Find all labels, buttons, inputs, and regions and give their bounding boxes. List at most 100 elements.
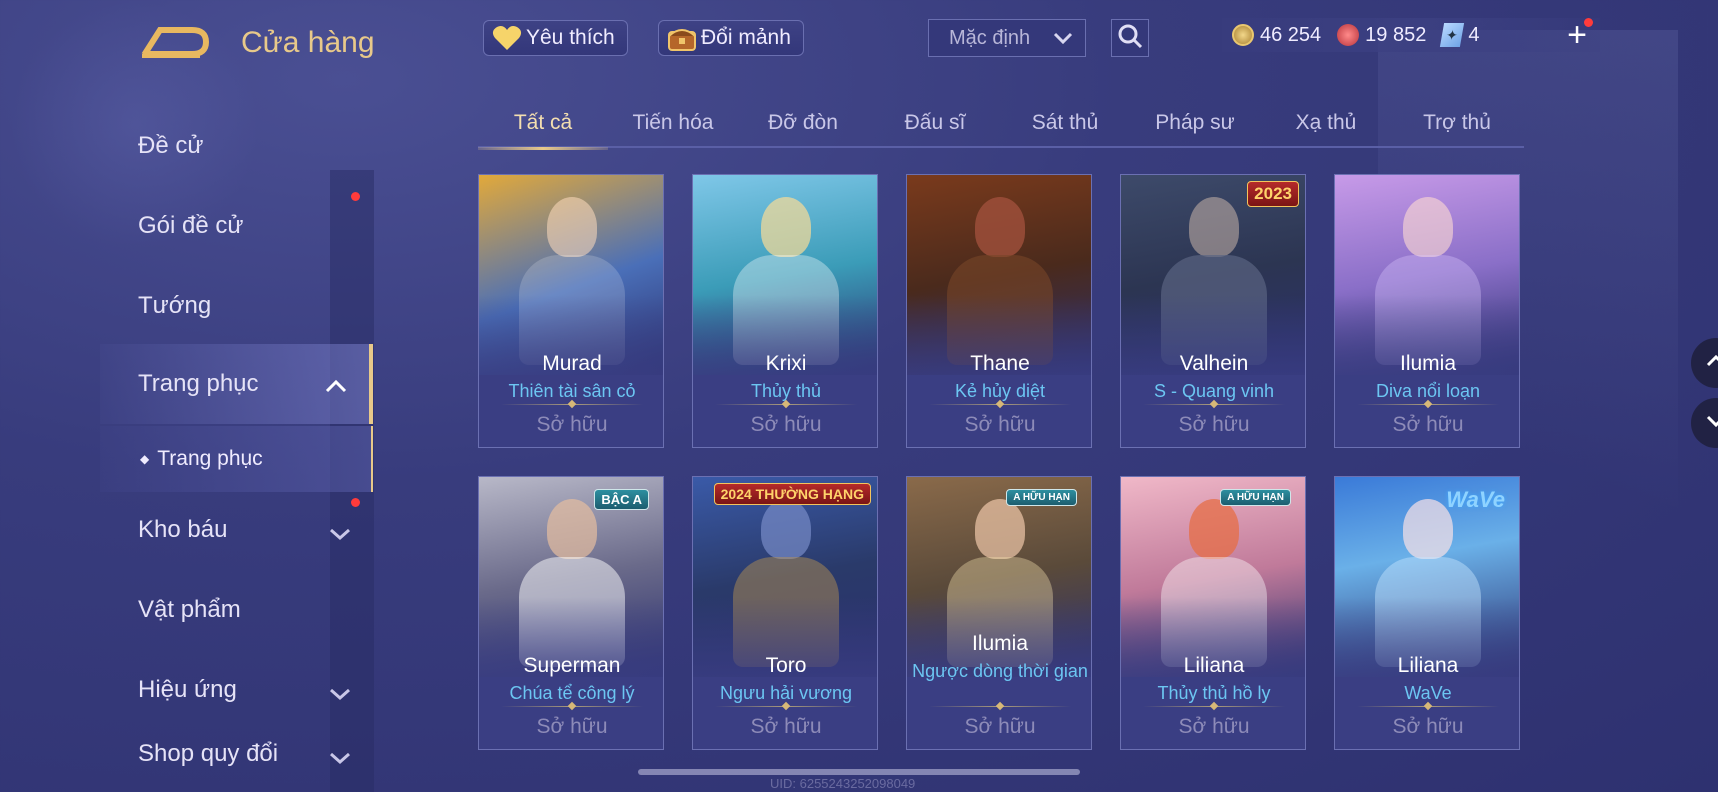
sidebar-subitem-label: Trang phục	[157, 447, 263, 470]
sidebar-item-label: Gói đề cử	[138, 212, 244, 239]
skin-name: Diva nổi loạn	[1375, 381, 1481, 401]
chevron-down-icon	[329, 520, 351, 541]
hero-name: Murad	[542, 352, 602, 375]
hero-name: Liliana	[1183, 654, 1245, 677]
search-icon	[1117, 23, 1143, 54]
sidebar-item-recommended-packs[interactable]: Gói đề cử	[100, 188, 373, 264]
hero-name: Toro	[765, 654, 807, 677]
event-badge: WaVe	[1446, 487, 1505, 512]
skin-name: Chúa tể công lý	[509, 683, 635, 703]
rank-badge: BẬC A	[594, 489, 649, 510]
exchange-label: Đổi mảnh	[701, 26, 791, 49]
voucher-currency: 19 852	[1337, 24, 1426, 47]
owned-status: Sở hữu	[1392, 715, 1464, 738]
skin-name: Thiên tài sân cỏ	[508, 381, 636, 401]
owned-status: Sở hữu	[964, 715, 1036, 738]
gold-amount: 46 254	[1260, 23, 1322, 46]
skin-name: Ngược dòng thời gian	[912, 661, 1088, 681]
sidebar-subitem-skins[interactable]: ◆ Trang phục	[100, 426, 373, 492]
owned-status: Sở hữu	[1392, 413, 1464, 436]
scroll-down-button[interactable]	[1691, 398, 1718, 448]
chevron-down-icon	[329, 680, 351, 701]
rank-badge: A HỮU HẠN	[1220, 489, 1291, 506]
voucher-icon	[1337, 24, 1360, 46]
owned-status: Sở hữu	[536, 413, 608, 436]
diamond-bullet-icon: ◆	[140, 452, 150, 466]
skin-card[interactable]: Thane Kẻ hủy diệt Sở hữu	[906, 174, 1092, 448]
hero-name: Ilumia	[1399, 352, 1457, 375]
owned-status: Sở hữu	[750, 413, 822, 436]
heart-icon	[490, 23, 524, 53]
skin-card[interactable]: WaVe Liliana WaVe Sở hữu	[1334, 476, 1520, 750]
gold-coin-icon	[1232, 24, 1254, 46]
sidebar-item-exchange-shop[interactable]: Shop quy đổi	[100, 716, 373, 792]
rank-badge: A HỮU HẠN	[1006, 489, 1077, 506]
hero-name: Krixi	[765, 352, 807, 375]
token-icon: ✦	[1440, 23, 1465, 47]
token-currency: ✦ 4	[1440, 23, 1480, 47]
sidebar-item-recommended[interactable]: Đề cử	[100, 108, 373, 184]
scroll-up-button[interactable]	[1691, 338, 1718, 388]
chevron-up-icon	[1706, 354, 1718, 372]
sort-selected-value: Mặc định	[949, 26, 1031, 49]
tab-marksman[interactable]: Xạ thủ	[1261, 100, 1391, 148]
sidebar-item-label: Shop quy đổi	[138, 740, 279, 767]
home-indicator[interactable]	[638, 769, 1080, 775]
tab-all[interactable]: Tất cả	[478, 100, 608, 150]
treasure-chest-icon	[665, 23, 699, 53]
sidebar-item-label: Trang phục	[138, 370, 259, 397]
skin-card[interactable]: A HỮU HẠN Ilumia Ngược dòng thời gian Sở…	[906, 476, 1092, 750]
hero-name: Liliana	[1397, 654, 1459, 677]
owned-status: Sở hữu	[536, 715, 608, 738]
skin-card[interactable]: Ilumia Diva nổi loạn Sở hữu	[1334, 174, 1520, 448]
skin-name: Thủy thủ	[750, 381, 822, 401]
skin-card[interactable]: 2023 Valhein S - Quang vinh Sở hữu	[1120, 174, 1306, 448]
sort-dropdown[interactable]: Mặc định	[928, 19, 1086, 57]
token-amount: 4	[1468, 23, 1480, 46]
favorite-label: Yêu thích	[526, 26, 615, 49]
sidebar-item-label: Kho báu	[138, 516, 228, 543]
skin-name: Thủy thủ hồ ly	[1157, 683, 1271, 703]
back-logo-icon[interactable]	[140, 22, 210, 62]
tab-evolution[interactable]: Tiến hóa	[608, 100, 738, 148]
year-badge: 2024 THƯỜNG HẠNG	[713, 483, 871, 505]
tab-tank[interactable]: Đỡ đòn	[738, 100, 868, 148]
sidebar-item-heroes[interactable]: Tướng	[100, 268, 373, 344]
hero-name: Ilumia	[971, 632, 1029, 655]
chevron-down-icon	[1053, 27, 1073, 50]
tab-mage[interactable]: Pháp sư	[1130, 100, 1260, 148]
search-button[interactable]	[1111, 19, 1149, 57]
skin-card[interactable]: Murad Thiên tài sân cỏ Sở hữu	[478, 174, 664, 448]
sidebar-item-treasure[interactable]: Kho báu	[100, 492, 373, 568]
skin-name: Kẻ hủy diệt	[954, 381, 1046, 401]
favorite-button[interactable]: Yêu thích	[483, 20, 628, 56]
chevron-down-icon	[1706, 414, 1718, 432]
skin-name: Ngưu hải vương	[720, 683, 852, 703]
chevron-up-icon	[325, 372, 347, 393]
gold-currency: 46 254	[1232, 24, 1321, 47]
category-tabs: Tất cả Tiến hóa Đỡ đòn Đấu sĩ Sát thủ Ph…	[478, 100, 1524, 150]
tab-fighter[interactable]: Đấu sĩ	[870, 100, 1000, 148]
sidebar-item-items[interactable]: Vật phẩm	[100, 572, 373, 648]
sidebar-item-label: Hiệu ứng	[138, 676, 237, 703]
skin-name: S - Quang vinh	[1153, 381, 1275, 401]
currency-bar: 46 254 19 852 ✦ 4	[1222, 18, 1600, 52]
skin-card[interactable]: A HỮU HẠN Liliana Thủy thủ hồ ly Sở hữu	[1120, 476, 1306, 750]
tab-assassin[interactable]: Sát thủ	[1000, 100, 1130, 148]
owned-status: Sở hữu	[1178, 413, 1250, 436]
tab-support[interactable]: Trợ thủ	[1392, 100, 1522, 148]
exchange-shards-button[interactable]: Đổi mảnh	[658, 20, 804, 56]
sidebar-item-label: Vật phẩm	[138, 596, 241, 623]
skin-card[interactable]: 2024 THƯỜNG HẠNG Toro Ngưu hải vương Sở …	[692, 476, 878, 750]
notification-dot	[351, 498, 360, 507]
sidebar-item-label: Tướng	[138, 292, 212, 319]
hero-name: Valhein	[1179, 352, 1249, 375]
skin-card[interactable]: BẬC A Superman Chúa tể công lý Sở hữu	[478, 476, 664, 750]
skin-card[interactable]: Krixi Thủy thủ Sở hữu	[692, 174, 878, 448]
owned-status: Sở hữu	[1178, 715, 1250, 738]
hero-name: Superman	[523, 654, 621, 677]
sidebar-item-skins[interactable]: Trang phục	[100, 344, 373, 424]
user-id: UID: 6255243252098049	[770, 776, 916, 791]
voucher-amount: 19 852	[1365, 23, 1427, 46]
owned-status: Sở hữu	[964, 413, 1036, 436]
